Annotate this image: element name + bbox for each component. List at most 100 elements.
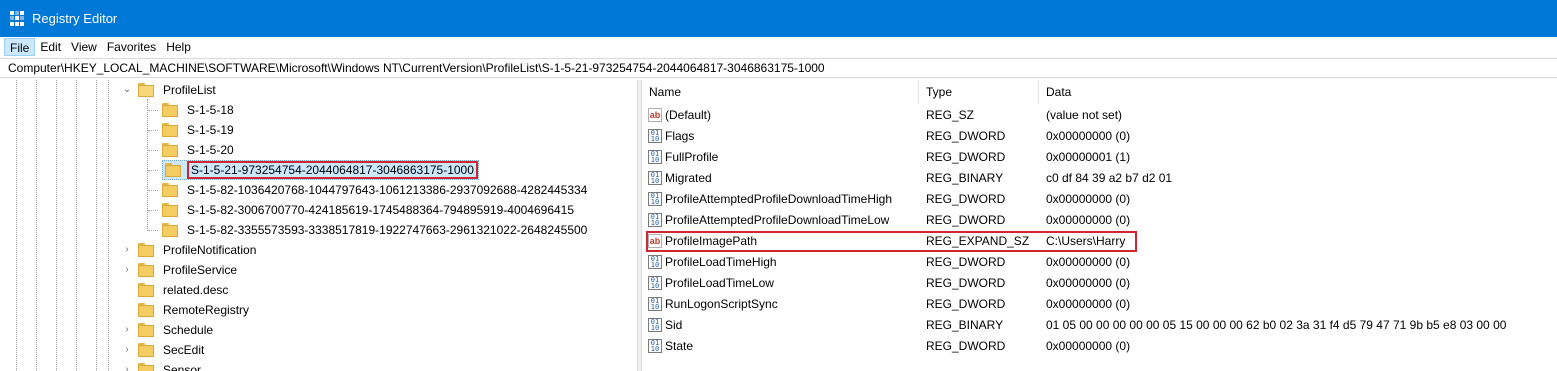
value-row[interactable]: ab ProfileImagePath REG_EXPAND_SZ C:\Users\… — [642, 231, 1557, 252]
menu-help[interactable]: Help — [161, 38, 196, 56]
tree-guide — [16, 80, 17, 371]
tree-item-key[interactable]: › Schedule — [122, 320, 216, 340]
binary-value-icon: 01 10 — [648, 318, 662, 332]
tree-connector — [148, 129, 158, 131]
window-title: Registry Editor — [32, 11, 118, 26]
folder-icon — [138, 243, 154, 257]
folder-icon — [162, 203, 178, 217]
tree-item-profilelist[interactable]: ⌄ ProfileList — [122, 80, 219, 100]
folder-icon — [162, 183, 178, 197]
binary-value-icon: 01 10 — [648, 129, 662, 143]
tree-item-label: S-1-5-20 — [187, 143, 234, 157]
value-type: REG_DWORD — [926, 276, 1006, 290]
value-type: REG_DWORD — [926, 297, 1006, 311]
tree-connector — [148, 209, 158, 211]
value-row[interactable]: 01 10 ProfileAttemptedProfileDownloadTime… — [642, 210, 1557, 231]
highlight-annotation-box — [646, 231, 1137, 252]
value-data: 0x00000000 (0) — [1046, 192, 1131, 206]
tree-item-label: S-1-5-82-3355573593-3338517819-192274766… — [187, 223, 588, 237]
column-header-type[interactable]: Type — [919, 80, 1039, 104]
tree-item-selected-key[interactable]: S-1-5-21-973254754-2044064817-3046863175… — [148, 160, 479, 180]
tree-item-label: SecEdit — [163, 343, 205, 357]
value-row[interactable]: 01 10 FullProfile REG_DWORD 0x00000001 (1) — [642, 147, 1557, 168]
value-row[interactable]: 01 10 ProfileAttemptedProfileDownloadTime… — [642, 189, 1557, 210]
key-tree[interactable]: ⌄ ProfileList S-1-5-18 S-1-5-19 S-1-5-20 S-1-… — [0, 80, 637, 371]
value-row[interactable]: 01 10 Migrated REG_BINARY c0 df 84 39 a2 b7… — [642, 168, 1557, 189]
folder-icon — [138, 323, 154, 337]
tree-item-subkey[interactable]: S-1-5-82-3355573593-3338517819-192274766… — [148, 220, 590, 240]
value-name: Migrated — [665, 171, 712, 185]
folder-icon — [138, 283, 154, 297]
value-data: 0x00000000 (0) — [1046, 339, 1131, 353]
value-name: FullProfile — [665, 150, 719, 164]
chevron-right-icon[interactable]: › — [122, 265, 132, 275]
chevron-right-icon[interactable]: › — [122, 245, 132, 255]
folder-icon — [138, 363, 154, 371]
menu-favorites[interactable]: Favorites — [102, 38, 161, 56]
binary-value-icon: 01 10 — [648, 192, 662, 206]
folder-icon — [162, 143, 178, 157]
tree-item-subkey[interactable]: S-1-5-82-1036420768-1044797643-106121338… — [148, 180, 590, 200]
value-row[interactable]: 01 10 RunLogonScriptSync REG_DWORD 0x000000… — [642, 294, 1557, 315]
tree-connector — [122, 285, 132, 295]
tree-item-key[interactable]: › ProfileService — [122, 260, 240, 280]
value-row[interactable]: 01 10 ProfileLoadTimeLow REG_DWORD 0x000000… — [642, 273, 1557, 294]
registry-editor-icon — [10, 10, 26, 27]
value-row[interactable]: 01 10 Sid REG_BINARY 01 05 00 00 00 00 00 0… — [642, 315, 1557, 336]
chevron-right-icon[interactable]: › — [122, 345, 132, 355]
tree-item-key[interactable]: › Sensor — [122, 360, 204, 371]
binary-value-icon: 01 10 — [648, 213, 662, 227]
tree-item-key[interactable]: › SecEdit — [122, 340, 207, 360]
chevron-down-icon[interactable]: ⌄ — [122, 85, 132, 95]
value-name: ProfileLoadTimeHigh — [665, 255, 777, 269]
value-list[interactable]: Name Type Data ab (Default) REG_SZ (value n… — [642, 80, 1557, 371]
menu-edit[interactable]: Edit — [35, 38, 66, 56]
value-type: REG_SZ — [926, 108, 975, 122]
value-row[interactable]: ab (Default) REG_SZ (value not set) — [642, 105, 1557, 126]
binary-value-icon: 01 10 — [648, 339, 662, 353]
string-value-icon: ab — [648, 108, 662, 122]
column-header-name[interactable]: Name — [642, 80, 919, 104]
tree-item-key[interactable]: related.desc — [122, 280, 231, 300]
menu-file[interactable]: File — [4, 38, 36, 56]
value-data: 0x00000000 (0) — [1046, 276, 1131, 290]
tree-item-label: ProfileList — [163, 83, 216, 97]
tree-item-label: RemoteRegistry — [163, 303, 250, 317]
value-name: (Default) — [665, 108, 712, 122]
binary-value-icon: 01 10 — [648, 171, 662, 185]
value-type: REG_DWORD — [926, 255, 1006, 269]
value-name: ProfileAttemptedProfileDownloadTimeHigh — [665, 192, 892, 206]
tree-connector — [122, 305, 132, 315]
chevron-right-icon[interactable]: › — [122, 325, 132, 335]
binary-value-icon: 01 10 — [648, 297, 662, 311]
value-data: (value not set) — [1046, 108, 1123, 122]
value-name: State — [665, 339, 694, 353]
tree-item-label: Sensor — [163, 363, 202, 371]
value-row[interactable]: 01 10 ProfileLoadTimeHigh REG_DWORD 0x00000… — [642, 252, 1557, 273]
tree-item-label: Schedule — [163, 323, 214, 337]
value-row[interactable]: 01 10 State REG_DWORD 0x00000000 (0) — [642, 336, 1557, 357]
folder-icon — [138, 303, 154, 317]
tree-item-subkey[interactable]: S-1-5-18 — [148, 100, 237, 120]
value-data: 01 05 00 00 00 00 00 05 15 00 00 00 62 b… — [1046, 318, 1507, 332]
address-bar[interactable]: Computer\HKEY_LOCAL_MACHINE\SOFTWARE\Mic… — [0, 58, 1557, 78]
title-bar[interactable]: Registry Editor — [0, 0, 1557, 37]
folder-icon — [162, 103, 178, 117]
tree-item-subkey[interactable]: S-1-5-19 — [148, 120, 237, 140]
column-header-data[interactable]: Data — [1039, 80, 1557, 104]
value-data: 0x00000000 (0) — [1046, 213, 1131, 227]
tree-item-subkey[interactable]: S-1-5-20 — [148, 140, 237, 160]
tree-item-key[interactable]: RemoteRegistry — [122, 300, 252, 320]
value-name: Sid — [665, 318, 683, 332]
tree-item-key[interactable]: › ProfileNotification — [122, 240, 259, 260]
menu-view[interactable]: View — [66, 38, 102, 56]
value-row[interactable]: 01 10 Flags REG_DWORD 0x00000000 (0) — [642, 126, 1557, 147]
value-name: Flags — [665, 129, 695, 143]
tree-item-subkey[interactable]: S-1-5-82-3006700770-424185619-1745488364… — [148, 200, 577, 220]
tree-item-label: S-1-5-21-973254754-2044064817-3046863175… — [187, 161, 478, 179]
value-type: REG_BINARY — [926, 318, 1004, 332]
value-type: REG_DWORD — [926, 339, 1006, 353]
value-name: RunLogonScriptSync — [665, 297, 778, 311]
chevron-right-icon[interactable]: › — [122, 365, 132, 371]
tree-connector — [148, 149, 158, 151]
